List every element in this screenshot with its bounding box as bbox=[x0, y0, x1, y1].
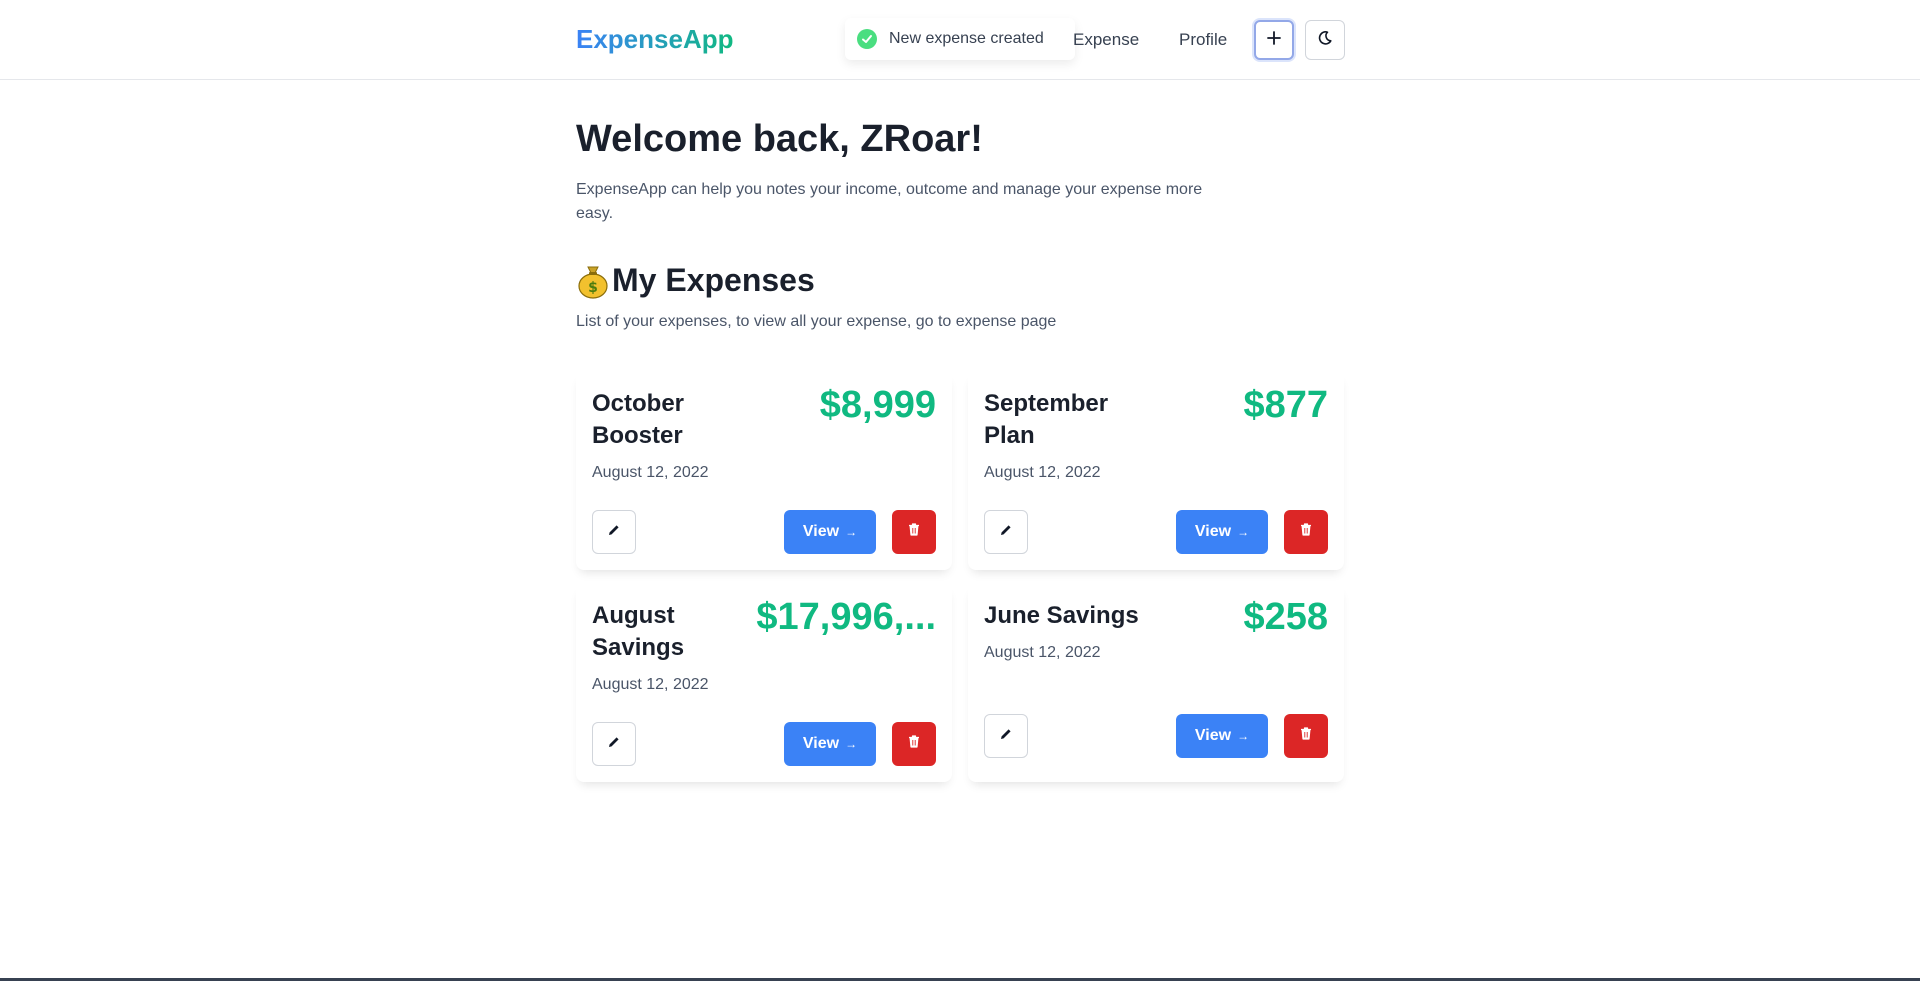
expense-amount: $877 bbox=[1243, 384, 1328, 426]
expense-card: October Booster $8,999 August 12, 2022 V… bbox=[576, 372, 952, 570]
view-button-label: View bbox=[1194, 727, 1232, 744]
section-subtitle: List of your expenses, to view all your … bbox=[576, 313, 1057, 330]
delete-button[interactable] bbox=[892, 510, 936, 554]
expense-amount: $17,996,... bbox=[756, 596, 936, 638]
view-button[interactable]: View → bbox=[1176, 510, 1268, 554]
delete-button[interactable] bbox=[892, 722, 936, 766]
expense-date: August 12, 2022 bbox=[592, 464, 709, 481]
edit-button[interactable] bbox=[592, 722, 636, 766]
view-button-label: View bbox=[1194, 523, 1232, 540]
arrow-right-icon: → bbox=[1237, 525, 1250, 539]
pencil-icon bbox=[608, 523, 620, 541]
pencil-icon bbox=[1000, 727, 1012, 745]
expense-amount: $8,999 bbox=[819, 384, 936, 426]
expense-date: August 12, 2022 bbox=[592, 676, 709, 693]
edit-button[interactable] bbox=[984, 714, 1028, 758]
trash-icon bbox=[908, 523, 920, 541]
trash-icon bbox=[1300, 727, 1312, 745]
view-button[interactable]: View → bbox=[784, 510, 876, 554]
svg-text:$: $ bbox=[588, 280, 598, 296]
arrow-right-icon: → bbox=[845, 525, 858, 539]
expense-title: October Booster bbox=[592, 390, 685, 449]
expense-card: June Savings $258 August 12, 2022 View → bbox=[968, 584, 1344, 782]
arrow-right-icon: → bbox=[1237, 729, 1250, 743]
expense-title: September Plan bbox=[984, 390, 1109, 449]
app-logo[interactable]: ExpenseApp bbox=[576, 24, 734, 55]
nav-link-profile[interactable]: Profile bbox=[1179, 30, 1227, 50]
toast-message: New expense created bbox=[889, 30, 1044, 47]
view-button-label: View bbox=[802, 523, 840, 540]
page-description: ExpenseApp can help you notes your incom… bbox=[576, 181, 1203, 222]
nav-link-expense[interactable]: Expense bbox=[1073, 30, 1139, 50]
expense-card: August Savings $17,996,... August 12, 20… bbox=[576, 584, 952, 782]
trash-icon bbox=[1300, 523, 1312, 541]
delete-button[interactable] bbox=[1284, 714, 1328, 758]
view-button-label: View bbox=[802, 735, 840, 752]
trash-icon bbox=[908, 735, 920, 753]
moon-icon bbox=[1317, 30, 1333, 51]
expense-amount: $258 bbox=[1243, 596, 1328, 638]
theme-toggle-button[interactable] bbox=[1305, 20, 1345, 60]
pencil-icon bbox=[608, 735, 620, 753]
delete-button[interactable] bbox=[1284, 510, 1328, 554]
expense-card: September Plan $877 August 12, 2022 View… bbox=[968, 372, 1344, 570]
edit-button[interactable] bbox=[984, 510, 1028, 554]
top-navbar: ExpenseApp New expense created Expense P… bbox=[0, 0, 1920, 80]
section-title: My Expenses bbox=[612, 262, 815, 298]
toast-notification: New expense created bbox=[845, 18, 1075, 60]
view-button[interactable]: View → bbox=[784, 722, 876, 766]
view-button[interactable]: View → bbox=[1176, 714, 1268, 758]
check-circle-icon bbox=[857, 29, 877, 49]
arrow-right-icon: → bbox=[845, 737, 858, 751]
section-heading: $ My Expenses bbox=[576, 262, 815, 299]
expense-title: June Savings bbox=[984, 602, 1139, 629]
money-bag-icon: $ bbox=[576, 263, 610, 299]
expense-title: August Savings bbox=[592, 602, 685, 661]
edit-button[interactable] bbox=[592, 510, 636, 554]
plus-icon bbox=[1267, 30, 1281, 50]
page-title: Welcome back, ZRoar! bbox=[576, 118, 983, 160]
add-expense-button[interactable] bbox=[1254, 20, 1294, 60]
expense-date: August 12, 2022 bbox=[984, 464, 1101, 481]
pencil-icon bbox=[1000, 523, 1012, 541]
expense-date: August 12, 2022 bbox=[984, 644, 1101, 661]
